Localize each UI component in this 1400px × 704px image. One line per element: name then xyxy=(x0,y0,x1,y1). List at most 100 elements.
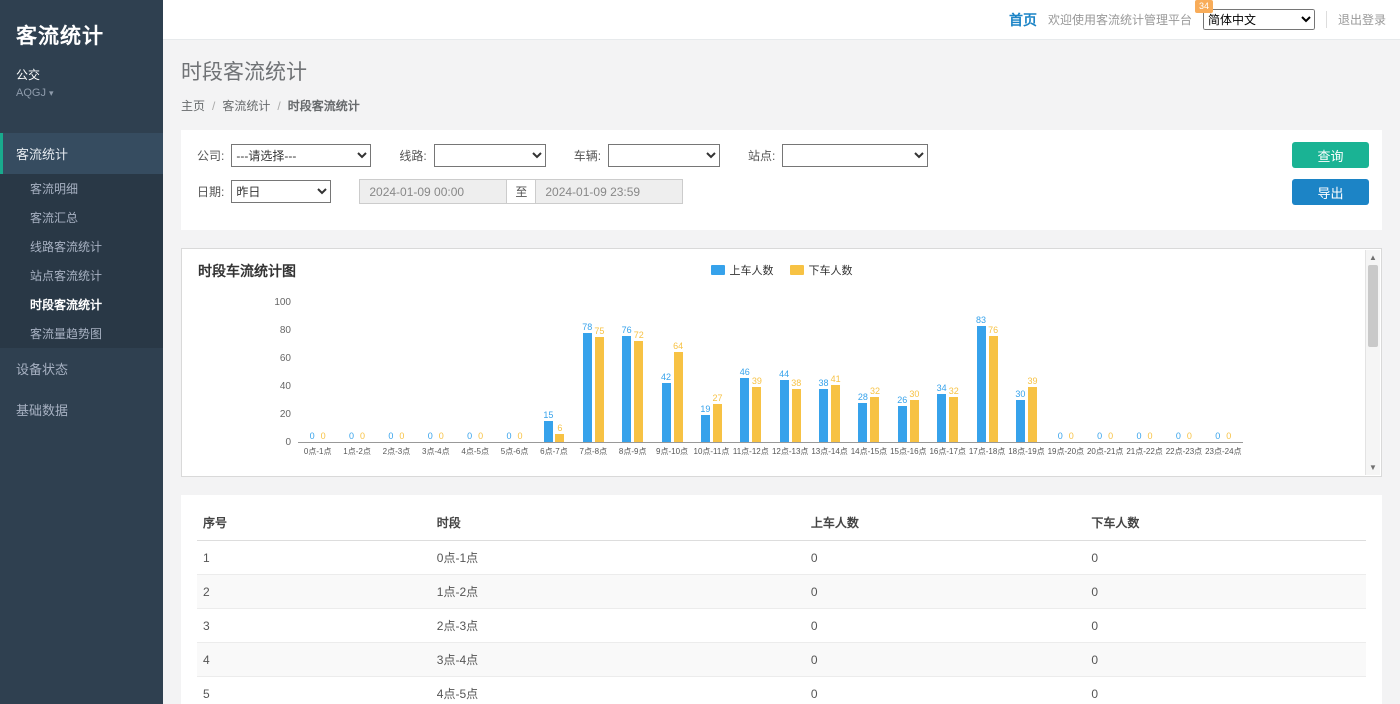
bar-boarding xyxy=(1016,400,1025,442)
language-select[interactable]: 简体中文 xyxy=(1203,9,1315,30)
legend-item[interactable]: 下车人数 xyxy=(790,262,853,278)
station-filter: 站点: xyxy=(748,144,928,167)
scrollbar-thumb[interactable] xyxy=(1368,265,1378,347)
column-header: 上车人数 xyxy=(805,505,1086,541)
sidebar-item[interactable]: 客流统计 xyxy=(0,133,163,174)
x-tick-label: 20点-21点 xyxy=(1087,443,1123,460)
bar-group: 837617点-18点 xyxy=(967,303,1006,460)
bar-value-label: 15 xyxy=(543,410,553,420)
bar-value-label: 39 xyxy=(1027,376,1037,386)
date-from-input[interactable] xyxy=(359,179,507,204)
x-tick-label: 12点-13点 xyxy=(772,443,808,460)
breadcrumb-separator: / xyxy=(212,99,215,113)
company-select[interactable]: ---请选择--- xyxy=(231,144,371,167)
sidebar-item[interactable]: 客流明细 xyxy=(0,174,163,203)
bar-value-label: 34 xyxy=(937,383,947,393)
sidebar-item[interactable]: 客流汇总 xyxy=(0,203,163,232)
bar-value-label: 44 xyxy=(779,369,789,379)
bar-group: 003点-4点 xyxy=(416,303,455,460)
bar-boarding xyxy=(662,383,671,442)
bar-boarding xyxy=(898,406,907,442)
bar-value-label: 27 xyxy=(712,393,722,403)
chart-scrollbar[interactable]: ▲ ▼ xyxy=(1365,250,1380,475)
x-tick-label: 4点-5点 xyxy=(461,443,489,460)
bar-group: 002点-3点 xyxy=(377,303,416,460)
app-logo: 客流统计 xyxy=(16,20,147,50)
bar-value-label: 0 xyxy=(1215,431,1220,441)
sidebar-item[interactable]: 时段客流统计 xyxy=(0,290,163,319)
bar-value-label: 32 xyxy=(949,386,959,396)
bar-value-label: 0 xyxy=(467,431,472,441)
sidebar-item[interactable]: 设备状态 xyxy=(0,348,163,389)
table-cell: 5 xyxy=(197,677,431,704)
bar-group: 283214点-15点 xyxy=(849,303,888,460)
x-tick-label: 8点-9点 xyxy=(619,443,647,460)
column-header: 时段 xyxy=(431,505,805,541)
x-tick-label: 15点-16点 xyxy=(890,443,926,460)
bar-boarding xyxy=(937,394,946,442)
bar-alighting xyxy=(713,404,722,442)
sidebar-menu: 客流统计客流明细客流汇总线路客流统计站点客流统计时段客流统计客流量趋势图设备状态… xyxy=(0,133,163,430)
y-tick-label: 100 xyxy=(274,298,291,308)
y-tick-label: 0 xyxy=(285,438,291,448)
x-tick-label: 9点-10点 xyxy=(656,443,688,460)
date-to-input[interactable] xyxy=(535,179,683,204)
x-tick-label: 6点-7点 xyxy=(540,443,568,460)
station-select[interactable] xyxy=(782,144,928,167)
export-button[interactable]: 导出 xyxy=(1292,179,1369,205)
sidebar-item[interactable]: 基础数据 xyxy=(0,389,163,430)
date-label: 日期: xyxy=(197,183,224,200)
chart-legend: 上车人数 下车人数 xyxy=(182,262,1381,278)
breadcrumb-item[interactable]: 主页 xyxy=(181,97,205,114)
bar-value-label: 28 xyxy=(858,392,868,402)
table-cell: 3 xyxy=(197,609,431,643)
bar-value-label: 72 xyxy=(634,330,644,340)
bar-value-label: 78 xyxy=(582,322,592,332)
chart-y-axis: 020406080100 xyxy=(264,303,298,443)
date-preset-select[interactable]: 昨日 xyxy=(231,180,331,203)
sidebar-item[interactable]: 客流量趋势图 xyxy=(0,319,163,348)
bar-alighting xyxy=(595,337,604,442)
filter-panel: 公司: ---请选择--- 线路: 车辆: 站点: xyxy=(181,130,1382,230)
table-cell: 0 xyxy=(805,541,1086,575)
query-button[interactable]: 查询 xyxy=(1292,142,1369,168)
bar-value-label: 0 xyxy=(1108,431,1113,441)
user-menu[interactable]: AQGJ ▾ xyxy=(16,87,147,99)
bar-group: 463911点-12点 xyxy=(731,303,770,460)
table-row: 54点-5点00 xyxy=(197,677,1366,704)
bar-group: 001点-2点 xyxy=(337,303,376,460)
vehicle-select[interactable] xyxy=(608,144,720,167)
main-area: 首页 欢迎使用客流统计管理平台 34 简体中文 退出登录 时段客流统计 主页/客… xyxy=(163,0,1400,704)
sidebar-item[interactable]: 线路客流统计 xyxy=(0,232,163,261)
column-header: 下车人数 xyxy=(1085,505,1366,541)
table-cell: 0 xyxy=(1085,677,1366,704)
home-link[interactable]: 首页 xyxy=(1009,10,1037,30)
bar-group: 000点-1点 xyxy=(298,303,337,460)
chart-plot: 000点-1点001点-2点002点-3点003点-4点004点-5点005点-… xyxy=(298,303,1243,460)
bar-group: 0021点-22点 xyxy=(1125,303,1164,460)
x-tick-label: 10点-11点 xyxy=(694,443,730,460)
x-tick-label: 13点-14点 xyxy=(811,443,847,460)
line-select[interactable] xyxy=(434,144,546,167)
bar-boarding xyxy=(740,378,749,442)
breadcrumb-item[interactable]: 客流统计 xyxy=(222,97,270,114)
bar-value-label: 0 xyxy=(360,431,365,441)
bar-boarding xyxy=(819,389,828,442)
scroll-up-icon[interactable]: ▲ xyxy=(1366,250,1380,265)
legend-item[interactable]: 上车人数 xyxy=(711,262,774,278)
scrollbar-track[interactable] xyxy=(1366,265,1380,460)
bar-value-label: 41 xyxy=(831,374,841,384)
logout-link[interactable]: 退出登录 xyxy=(1326,11,1386,28)
table-cell: 3点-4点 xyxy=(431,643,805,677)
company-filter: 公司: ---请选择--- xyxy=(197,144,371,167)
x-tick-label: 11点-12点 xyxy=(733,443,769,460)
bar-value-label: 38 xyxy=(819,378,829,388)
sidebar-item[interactable]: 站点客流统计 xyxy=(0,261,163,290)
breadcrumb-item: 时段客流统计 xyxy=(288,97,360,114)
x-tick-label: 22点-23点 xyxy=(1166,443,1202,460)
legend-label: 下车人数 xyxy=(809,262,853,278)
bar-value-label: 0 xyxy=(507,431,512,441)
x-tick-label: 21点-22点 xyxy=(1126,443,1162,460)
bar-value-label: 0 xyxy=(349,431,354,441)
scroll-down-icon[interactable]: ▼ xyxy=(1366,460,1380,475)
